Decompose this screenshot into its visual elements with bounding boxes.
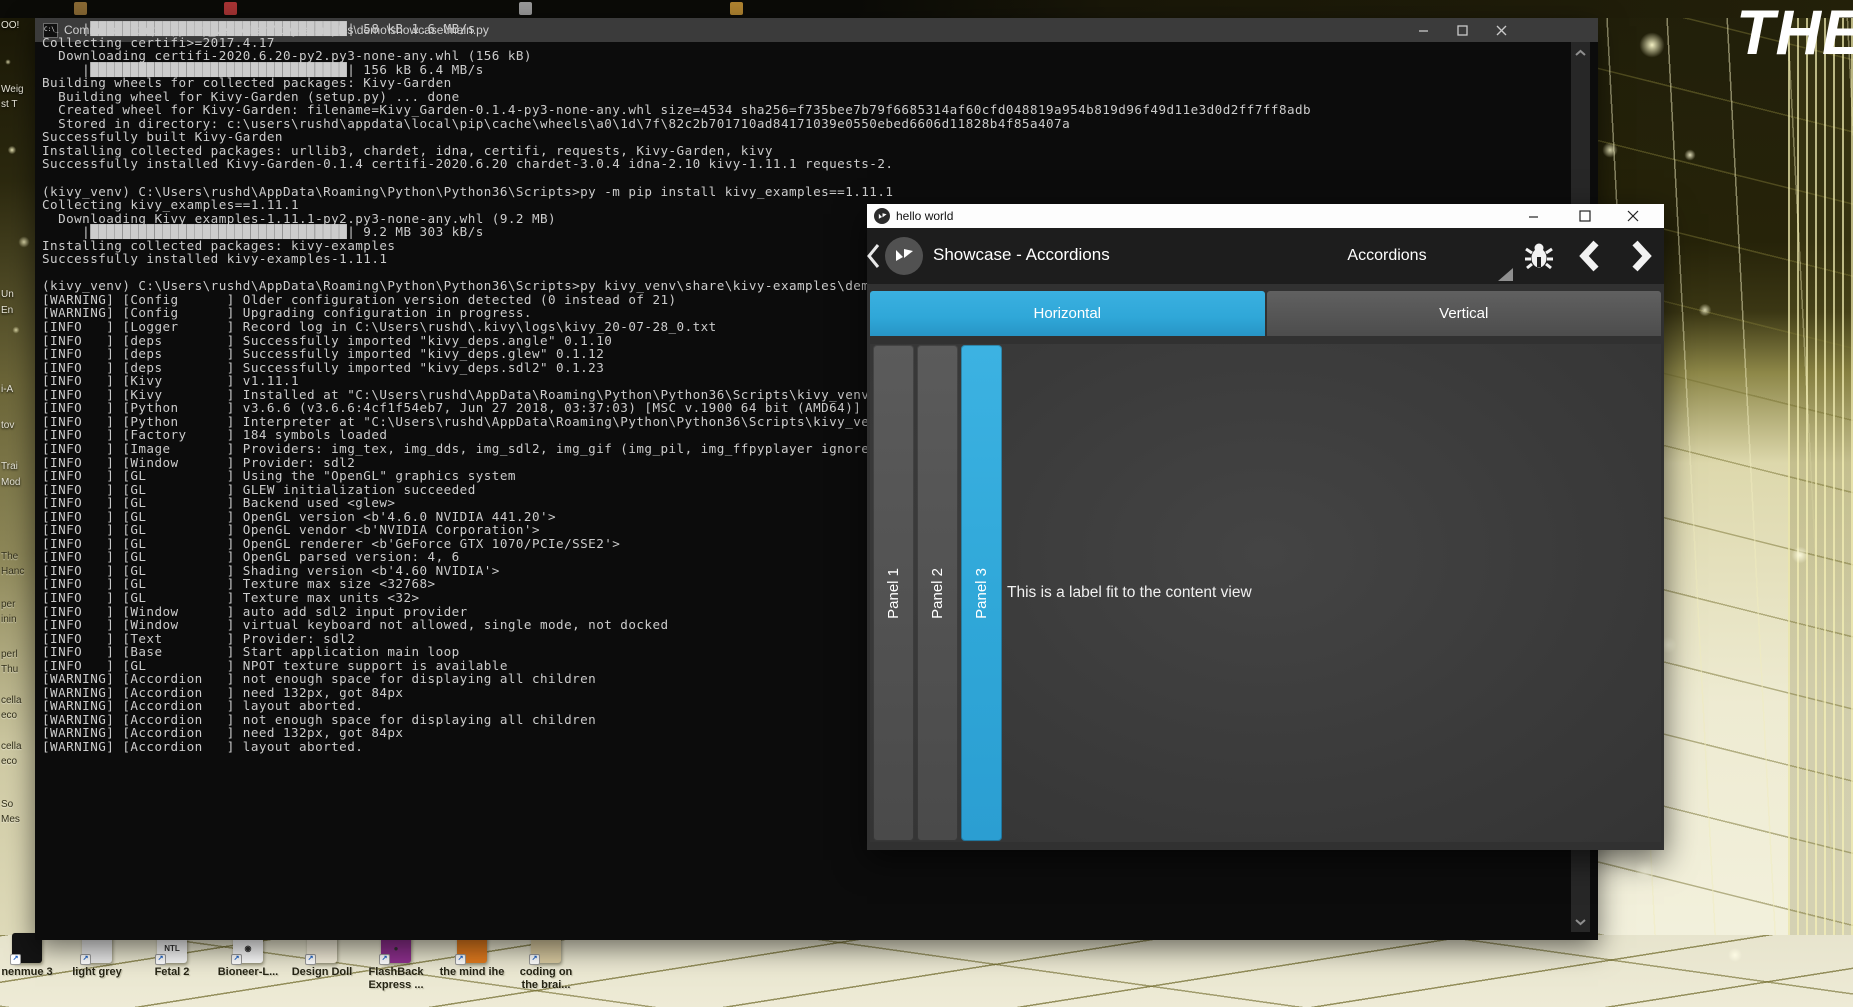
panel-label: Panel 2 xyxy=(929,568,946,619)
shortcut-arrow-icon: ↗ xyxy=(529,954,540,965)
chevron-left-icon xyxy=(1578,240,1600,272)
tab-horizontal[interactable]: Horizontal xyxy=(870,291,1265,336)
kivy-titlebar[interactable]: hello world xyxy=(867,204,1664,228)
desktop-icon-label: Design Doll xyxy=(286,966,358,979)
desktop-icon-label: FlashBackExpress ... xyxy=(358,966,434,992)
maximize-icon xyxy=(1579,210,1591,222)
edge-icon-label: tov xyxy=(1,420,14,431)
spinner-corner-icon xyxy=(1498,268,1513,281)
tab-row: HorizontalVertical xyxy=(870,291,1661,336)
accordion-panel-1[interactable]: Panel 1 xyxy=(873,345,914,841)
shortcut-arrow-icon: ↗ xyxy=(10,954,21,965)
panel-label: Panel 3 xyxy=(973,568,990,619)
desktop-shortcut-icon[interactable] xyxy=(74,2,87,15)
desktop-icon-label: Bioneer-L... xyxy=(210,966,286,979)
kivy-window: hello world Showcase - Accordions Accord xyxy=(867,204,1664,850)
accordions-spinner[interactable]: Accordions xyxy=(1262,228,1512,284)
edge-icon-label: Weig xyxy=(1,84,24,95)
wallpaper-the-text: THE xyxy=(1736,2,1853,65)
back-button[interactable] xyxy=(865,242,883,270)
edge-icon-label: perl xyxy=(1,649,18,660)
kivy-wings-icon xyxy=(892,244,916,268)
previous-screen-button[interactable] xyxy=(1569,236,1609,276)
edge-icon-label: Mod xyxy=(1,477,20,488)
accordion-content-label: This is a label fit to the content view xyxy=(1007,584,1252,602)
accordion-panel-2[interactable]: Panel 2 xyxy=(917,345,958,841)
minimize-icon xyxy=(1528,211,1539,222)
desktop-icon-flashback[interactable]: ●↗FlashBackExpress ... xyxy=(358,933,434,992)
desktop: THE OO! Weig st T Un En i-A tov Trai Mod The Hanc p… xyxy=(0,0,1853,1007)
edge-icon-label: So xyxy=(1,799,13,810)
edge-icon-label: per xyxy=(1,599,15,610)
edge-icon-label: i-A xyxy=(1,384,13,395)
showcase-logo-icon xyxy=(885,237,923,275)
terminal-close-button[interactable] xyxy=(1484,18,1518,42)
desktop-shortcut-icon[interactable] xyxy=(730,2,743,15)
chevron-down-icon xyxy=(1575,918,1586,926)
minimize-icon xyxy=(1418,25,1429,36)
edge-icon-label: cella xyxy=(1,695,22,706)
shortcut-arrow-icon: ↗ xyxy=(231,954,242,965)
maximize-icon xyxy=(1457,25,1468,36)
wallpaper-top-strip xyxy=(0,0,1853,18)
bug-icon xyxy=(1524,241,1554,271)
edge-icon-label: Hanc xyxy=(1,566,24,577)
desktop-shortcut-icon[interactable] xyxy=(224,2,237,15)
chevron-right-icon xyxy=(1631,240,1653,272)
shortcut-arrow-icon: ↗ xyxy=(305,954,316,965)
showcase-header: Showcase - Accordions Accordions xyxy=(867,228,1664,284)
accordion-panel-3[interactable]: Panel 3 xyxy=(961,345,1002,841)
scroll-up-button[interactable] xyxy=(1571,44,1590,61)
accordion-panels: Panel 1 Panel 2 Panel 3 xyxy=(873,345,1002,841)
debug-button[interactable] xyxy=(1519,236,1559,276)
shortcut-arrow-icon: ↗ xyxy=(80,954,91,965)
edge-icon-label: Mes xyxy=(1,814,20,825)
desktop-icon-label: coding onthe brai... xyxy=(510,966,582,992)
panel-label: Panel 1 xyxy=(885,568,902,619)
desktop-icon-coding-on[interactable]: ↗coding onthe brai... xyxy=(510,933,582,992)
accordion-area: Panel 1 Panel 2 Panel 3 This is a label fi… xyxy=(870,344,1661,842)
kivy-wings-icon xyxy=(877,211,888,222)
tab-vertical[interactable]: Vertical xyxy=(1267,291,1662,336)
window-title: hello world xyxy=(896,209,953,223)
edge-icon-label: Trai xyxy=(1,461,18,472)
wallpaper-wireframe-band xyxy=(1788,0,1853,1007)
edge-icon-label: eco xyxy=(1,756,17,767)
edge-icon-label: OO! xyxy=(1,20,19,31)
shortcut-arrow-icon: ↗ xyxy=(379,954,390,965)
edge-icon-label: En xyxy=(1,305,13,316)
kivy-close-button[interactable] xyxy=(1618,204,1648,228)
shortcut-arrow-icon: ↗ xyxy=(455,954,466,965)
edge-icon-label: inin xyxy=(1,614,17,625)
scroll-down-button[interactable] xyxy=(1571,913,1590,930)
edge-icon-label: eco xyxy=(1,710,17,721)
showcase-content: HorizontalVertical Panel 1 Panel 2 Panel 3… xyxy=(867,284,1664,850)
shortcut-arrow-icon: ↗ xyxy=(155,954,166,965)
desktop-shortcut-icon[interactable] xyxy=(519,2,532,15)
terminal-minimize-button[interactable] xyxy=(1406,18,1440,42)
desktop-icon-label: light grey xyxy=(62,966,132,979)
desktop-icon-label: the mind ihe xyxy=(432,966,512,979)
terminal-maximize-button[interactable] xyxy=(1445,18,1479,42)
kivy-logo-icon xyxy=(874,208,890,224)
kivy-minimize-button[interactable] xyxy=(1518,204,1548,228)
edge-icon-label: Thu xyxy=(1,664,18,675)
close-icon xyxy=(1496,25,1507,36)
desktop-icon-label: nenmue 3 xyxy=(0,966,60,979)
kivy-maximize-button[interactable] xyxy=(1570,204,1600,228)
edge-icon-label: cella xyxy=(1,741,22,752)
chevron-up-icon xyxy=(1575,49,1586,57)
close-icon xyxy=(1627,210,1639,222)
edge-icon-label: st T xyxy=(1,99,17,110)
next-screen-button[interactable] xyxy=(1622,236,1662,276)
edge-icon-label: The xyxy=(1,551,18,562)
edge-icon-label: Un xyxy=(1,289,14,300)
page-title: Showcase - Accordions xyxy=(933,245,1110,265)
wallpaper-left-strip xyxy=(0,0,35,1007)
chevron-left-icon xyxy=(865,242,881,270)
desktop-icon-label: Fetal 2 xyxy=(135,966,209,979)
